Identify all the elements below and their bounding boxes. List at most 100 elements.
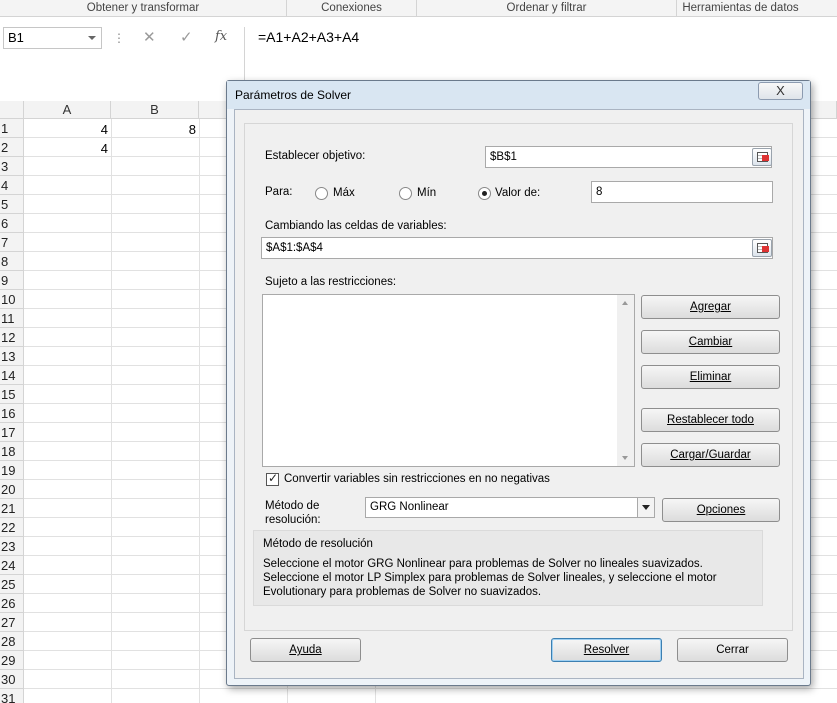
changing-cells-input[interactable]: $A$1:$A$4	[261, 237, 773, 259]
reset-all-button-label: Restablecer todo	[667, 414, 754, 426]
ribbon-group-labels: Obtener y transformar Conexiones Ordenar…	[0, 0, 837, 17]
row-header[interactable]: 12	[0, 328, 24, 347]
delete-button-label: Eliminar	[689, 371, 732, 383]
row-header[interactable]: 14	[0, 366, 24, 385]
row-header[interactable]: 26	[0, 594, 24, 613]
row-header[interactable]: 6	[0, 214, 24, 233]
row-header[interactable]: 27	[0, 613, 24, 632]
row-header[interactable]: 22	[0, 518, 24, 537]
row-header[interactable]: 20	[0, 480, 24, 499]
method-label-line2: resolución:	[265, 514, 321, 526]
row-header[interactable]: 18	[0, 442, 24, 461]
cell-a1[interactable]: 4	[24, 120, 111, 139]
enter-icon[interactable]: ✓	[180, 28, 193, 46]
row-header[interactable]: 23	[0, 537, 24, 556]
row-header[interactable]: 5	[0, 195, 24, 214]
load-save-button-label: Cargar/Guardar	[670, 449, 751, 461]
load-save-button[interactable]: Cargar/Guardar	[641, 443, 780, 467]
method-select[interactable]: GRG Nonlinear	[365, 497, 655, 518]
radio-max[interactable]	[315, 187, 328, 200]
parameters-panel: Establecer objetivo: $B$1 Para: Máx Mín …	[244, 123, 793, 631]
method-description-text: Seleccione el motor GRG Nonlinear para p…	[263, 558, 717, 598]
select-all-corner[interactable]	[0, 101, 24, 119]
row-header[interactable]: 30	[0, 670, 24, 689]
options-button-label: Opciones	[696, 504, 746, 516]
formula-buttons: ✕ ✓ fx	[129, 27, 239, 49]
more-icon: ⋮	[113, 31, 125, 45]
row-header[interactable]: 16	[0, 404, 24, 423]
ribbon-group-ordenar: Ordenar y filtrar	[416, 0, 676, 17]
cell-a2[interactable]: 4	[24, 139, 111, 158]
dialog-body: Establecer objetivo: $B$1 Para: Máx Mín …	[234, 109, 804, 679]
add-button[interactable]: Agregar	[641, 295, 780, 319]
radio-min[interactable]	[399, 187, 412, 200]
objective-input[interactable]: $B$1	[485, 146, 772, 168]
row-header[interactable]: 28	[0, 632, 24, 651]
row-header[interactable]: 17	[0, 423, 24, 442]
row-header[interactable]: 7	[0, 233, 24, 252]
row-header[interactable]: 3	[0, 157, 24, 176]
method-description-box: Método de resolución Seleccione el motor…	[253, 530, 763, 606]
method-select-value: GRG Nonlinear	[370, 501, 449, 513]
cancel-icon[interactable]: ✕	[143, 28, 156, 46]
delete-button[interactable]: Eliminar	[641, 365, 780, 389]
options-button[interactable]: Opciones	[662, 498, 780, 522]
solve-button[interactable]: Resolver	[551, 638, 662, 662]
dialog-titlebar[interactable]: Parámetros de Solver X	[227, 81, 810, 109]
constraints-label: Sujeto a las restricciones:	[265, 276, 397, 288]
radio-min-label: Mín	[417, 187, 437, 199]
target-value-input[interactable]: 8	[591, 181, 773, 203]
close-button-label: Cerrar	[716, 644, 749, 656]
change-button-label: Cambiar	[688, 336, 733, 348]
radio-value-of-label: Valor de:	[495, 187, 541, 199]
row-header[interactable]: 2	[0, 138, 24, 157]
row-header[interactable]: 24	[0, 556, 24, 575]
row-header[interactable]: 31	[0, 689, 24, 703]
row-header[interactable]: 8	[0, 252, 24, 271]
function-icon[interactable]: fx	[215, 29, 227, 44]
constraints-list[interactable]	[262, 294, 635, 467]
ribbon-group-obtener: Obtener y transformar	[86, 2, 200, 14]
nonnegative-checkbox[interactable]	[266, 471, 279, 486]
to-label: Para:	[265, 186, 293, 198]
close-button[interactable]: Cerrar	[677, 638, 788, 662]
row-header[interactable]: 1	[0, 119, 24, 138]
row-gridline	[24, 689, 837, 703]
radio-max-label: Máx	[333, 187, 355, 199]
name-box-value: B1	[8, 30, 24, 45]
row-header[interactable]: 10	[0, 290, 24, 309]
constraints-scrollbar[interactable]	[617, 295, 634, 466]
range-select-icon[interactable]	[752, 239, 772, 257]
column-header-b[interactable]: B	[111, 101, 199, 119]
row-header[interactable]: 29	[0, 651, 24, 670]
row-header[interactable]: 13	[0, 347, 24, 366]
radio-value-of[interactable]	[478, 187, 491, 200]
row-header[interactable]: 19	[0, 461, 24, 480]
row-header[interactable]: 21	[0, 499, 24, 518]
change-button[interactable]: Cambiar	[641, 330, 780, 354]
reset-all-button[interactable]: Restablecer todo	[641, 408, 780, 432]
range-select-icon[interactable]	[752, 148, 772, 166]
row-header[interactable]: 25	[0, 575, 24, 594]
chevron-down-icon[interactable]	[637, 498, 654, 517]
dialog-title: Parámetros de Solver	[235, 88, 352, 102]
cell-b1[interactable]: 8	[111, 120, 199, 139]
nonnegative-label: Convertir variables sin restricciones en…	[284, 473, 550, 485]
row-header[interactable]: 9	[0, 271, 24, 290]
row-header[interactable]: 15	[0, 385, 24, 404]
name-box[interactable]: B1	[3, 27, 102, 49]
formula-input[interactable]: =A1+A2+A3+A4	[244, 27, 837, 87]
ribbon-group-herramientas: Herramientas de datos	[676, 0, 804, 17]
column-header-a[interactable]: A	[24, 101, 111, 119]
objective-label: Establecer objetivo:	[265, 150, 366, 162]
solver-dialog: Parámetros de Solver X Establecer objeti…	[226, 80, 811, 686]
close-icon[interactable]: X	[758, 82, 803, 100]
row-header[interactable]: 4	[0, 176, 24, 195]
changing-cells-label: Cambiando las celdas de variables:	[265, 220, 447, 232]
row-header[interactable]: 11	[0, 309, 24, 328]
help-button[interactable]: Ayuda	[250, 638, 361, 662]
chevron-down-icon[interactable]	[88, 36, 96, 40]
solve-button-label: Resolver	[583, 644, 630, 656]
help-button-label: Ayuda	[289, 644, 322, 656]
method-description-title: Método de resolución	[263, 538, 373, 550]
